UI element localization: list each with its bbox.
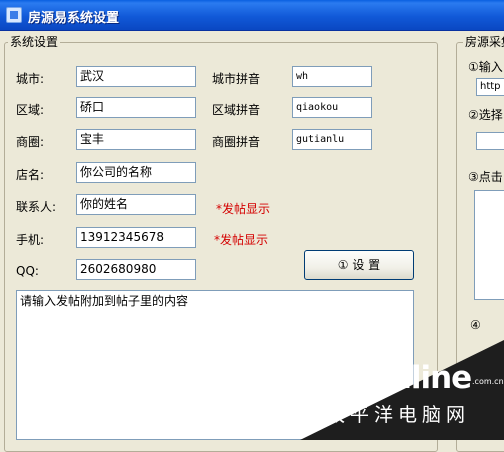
phone-label: 手机: (16, 233, 45, 247)
window-title: 房源易系统设置 (28, 11, 120, 26)
step4-label: ④ (470, 318, 481, 332)
district-input[interactable]: 硚口 (76, 97, 196, 118)
shop-name-label: 店名: (16, 168, 45, 182)
phone-note: *发帖显示 (214, 233, 269, 247)
result-list[interactable] (474, 190, 504, 300)
url-input[interactable]: http (476, 78, 504, 96)
step1-label: ①输入 (468, 60, 503, 74)
step3-label: ③点击 (468, 170, 503, 184)
watermark-domain: .com.cn (472, 377, 504, 386)
city-pinyin-label: 城市拼音 (212, 72, 261, 86)
qq-input[interactable]: 2602680980 (76, 259, 196, 280)
watermark-logo: PConline (326, 360, 472, 396)
contact-note: *发帖显示 (216, 202, 271, 216)
city-label: 城市: (16, 72, 45, 86)
step2-label: ②选择 (468, 108, 503, 122)
select-dropdown[interactable] (476, 132, 504, 150)
city-input[interactable]: 武汉 (76, 66, 196, 87)
district-pinyin-input[interactable]: qiaokou (292, 97, 372, 118)
contact-input[interactable]: 你的姓名 (76, 194, 196, 215)
collect-group-legend: 房源采集 (463, 33, 504, 50)
phone-input[interactable]: 13912345678 (76, 227, 196, 248)
area-input[interactable]: 宝丰 (76, 129, 196, 150)
district-label: 区域: (16, 103, 45, 117)
watermark-cn-text: 太平洋电脑网 (326, 404, 471, 426)
area-pinyin-label: 商圈拼音 (212, 135, 261, 149)
city-pinyin-input[interactable]: wh (292, 66, 372, 87)
shop-name-input[interactable]: 你公司的名称 (76, 162, 196, 183)
app-icon (6, 7, 22, 23)
qq-label: QQ: (16, 264, 39, 278)
set-button[interactable]: ① 设 置 (304, 250, 414, 280)
title-bar[interactable]: 房源易系统设置 (0, 0, 504, 31)
area-label: 商圈: (16, 135, 45, 149)
area-pinyin-input[interactable]: gutianlu (292, 129, 372, 150)
settings-group-legend: 系统设置 (8, 33, 61, 50)
pconline-watermark: PConline .com.cn 太平洋电脑网 (322, 360, 504, 440)
district-pinyin-label: 区域拼音 (212, 103, 261, 117)
contact-label: 联系人: (16, 200, 57, 214)
